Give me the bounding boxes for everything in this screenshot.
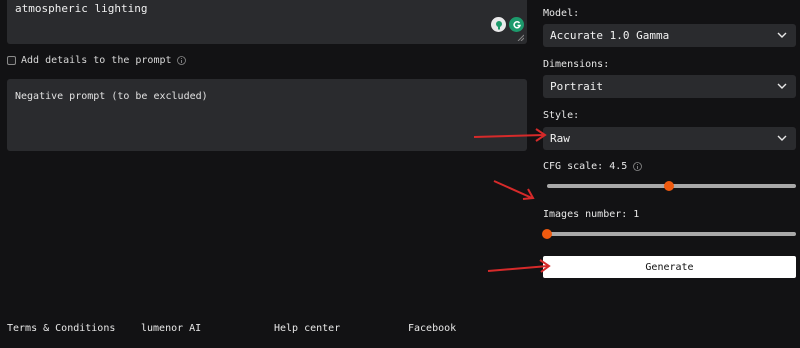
model-label: Model:: [543, 8, 580, 19]
prompt-textarea[interactable]: atmospheric lighting: [7, 0, 527, 44]
textarea-extension-icons: [491, 17, 524, 32]
extension-icon[interactable]: [491, 17, 506, 32]
grammarly-icon[interactable]: [509, 17, 524, 32]
cfg-scale-text: CFG scale: 4.5: [543, 161, 628, 172]
annotation-arrow: [473, 128, 547, 142]
prompt-text: atmospheric lighting: [15, 2, 148, 15]
negative-prompt-placeholder: Negative prompt (to be excluded): [15, 91, 208, 102]
style-label: Style:: [543, 110, 580, 121]
resize-grip-icon[interactable]: [517, 34, 524, 41]
footer-link-terms[interactable]: Terms & Conditions: [7, 323, 115, 334]
add-details-option: Add details to the prompt: [7, 55, 186, 66]
cfg-scale-label: CFG scale: 4.5: [543, 161, 643, 172]
annotation-arrow: [493, 180, 535, 200]
images-number-slider[interactable]: [542, 229, 796, 239]
footer-link-facebook[interactable]: Facebook: [408, 323, 456, 334]
negative-prompt-textarea[interactable]: Negative prompt (to be excluded): [7, 79, 527, 151]
footer-link-help-center[interactable]: Help center: [274, 323, 340, 334]
info-icon[interactable]: [176, 56, 186, 65]
dimensions-label: Dimensions:: [543, 59, 610, 70]
dimensions-select[interactable]: Portrait: [543, 75, 796, 98]
images-number-thumb[interactable]: [542, 229, 552, 239]
footer-link-lumenor[interactable]: lumenor AI: [141, 323, 201, 334]
info-icon[interactable]: [633, 162, 643, 171]
cfg-scale-slider[interactable]: [547, 181, 796, 191]
cfg-scale-thumb[interactable]: [664, 181, 674, 191]
add-details-label[interactable]: Add details to the prompt: [21, 55, 172, 66]
model-select[interactable]: Accurate 1.0 Gamma: [543, 24, 796, 47]
style-select[interactable]: Raw: [543, 127, 796, 150]
model-value: Accurate 1.0 Gamma: [550, 29, 670, 42]
style-value: Raw: [550, 132, 570, 145]
chevron-down-icon: [777, 135, 787, 141]
chevron-down-icon: [777, 83, 787, 89]
generate-button[interactable]: Generate: [543, 256, 796, 278]
images-number-text: Images number: 1: [543, 209, 640, 220]
dimensions-value: Portrait: [550, 80, 603, 93]
add-details-checkbox[interactable]: [7, 56, 16, 65]
chevron-down-icon: [777, 32, 787, 38]
images-number-label: Images number: 1: [543, 209, 639, 220]
annotation-arrow: [487, 259, 551, 273]
